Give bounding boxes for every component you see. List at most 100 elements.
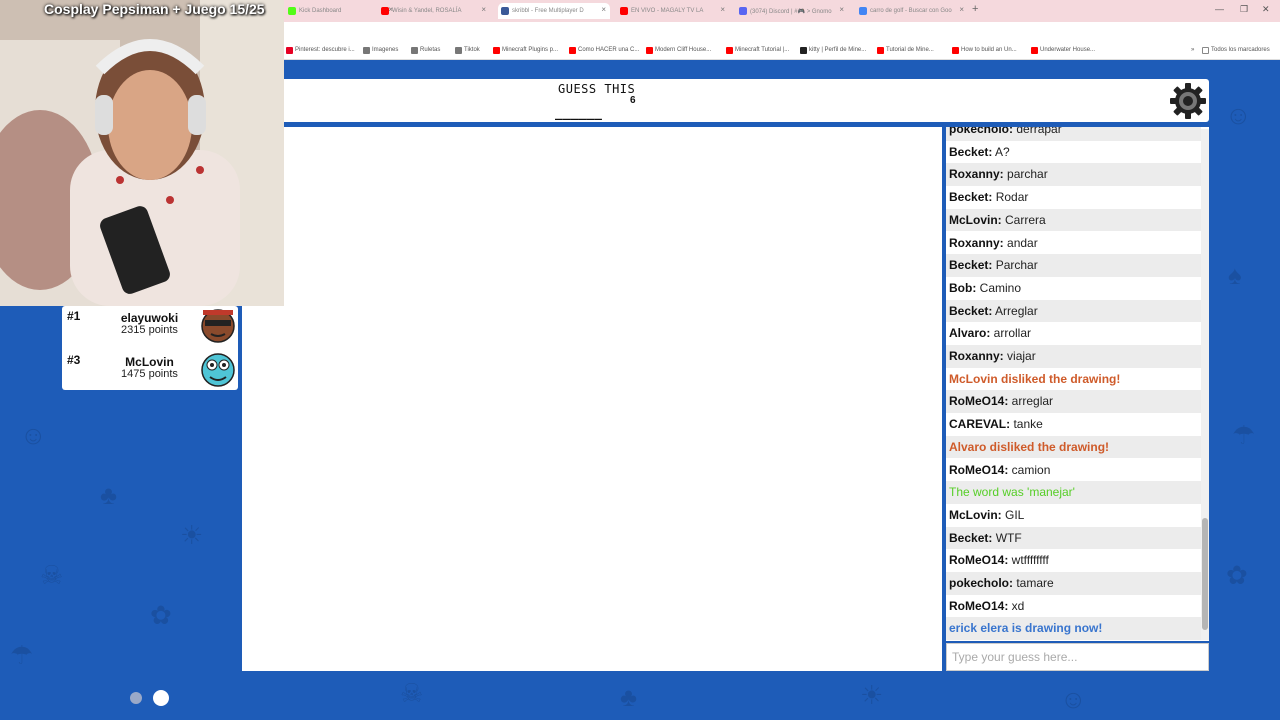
settings-gear-button[interactable] [1169,82,1207,120]
page-dot-active[interactable] [153,690,169,706]
close-window-icon[interactable]: ✕ [1262,4,1270,15]
bookmark-item[interactable]: Como HACER una C... [569,47,640,54]
chat-message: McLovin: Carrera [946,208,1201,232]
bookmark-item[interactable]: Pinterest: descubre i... [286,47,355,54]
doodle-pattern: ☀ [860,680,884,710]
bookmark-item[interactable]: Ruletas [411,47,441,54]
chat-message: Becket: WTF [946,526,1201,550]
chat-text: viajar [1003,349,1036,363]
bookmark-item[interactable]: Minecraft Plugins p... [493,47,558,54]
tab-label: carro de golf - Buscar con Goo [870,8,952,14]
bookmark-favicon-icon [363,47,370,54]
bookmark-item[interactable]: Minecraft Tutorial |... [726,47,790,54]
chat-text: arreglar [1008,394,1054,409]
browser-tab[interactable]: EN VIVO - MAGALY TV LA × [617,3,729,19]
player-rank: #3 [67,353,81,367]
chat-text: erick elera is drawing now! [949,621,1103,636]
streamer-webcam: Cosplay Pepsiman + Juego 15/25 [0,0,284,306]
chat-message: pokecholo: tamare [946,572,1201,595]
browser-tab[interactable]: Wisin & Yandel, ROSALÍA × [378,3,490,19]
bookmark-label: Minecraft Tutorial |... [735,47,790,53]
guess-this-label: GUESS THIS [558,82,636,96]
bookmark-item[interactable]: Imagenes [363,47,399,54]
drawing-canvas[interactable] [242,127,942,671]
bookmark-item[interactable]: Tiktok [455,47,480,54]
doodle-pattern: ✿ [150,600,172,630]
all-bookmarks-folder[interactable]: Todos los marcadores [1202,47,1270,54]
browser-tab[interactable]: skribbl - Free Multiplayer D × [498,3,610,19]
bookmark-favicon-icon [411,47,418,54]
chat-scroll-thumb[interactable] [1202,518,1208,630]
chat-text: derrapar [1013,127,1062,136]
chat-message: Bob: Camino [946,277,1201,300]
chat-message: McLovin: GIL [946,504,1201,527]
player-avatar [201,309,235,343]
chat-username: pokecholo: [949,127,1014,136]
tab-favicon-icon [501,7,509,15]
chat-text: McLovin disliked the drawing! [949,371,1121,386]
tab-label: (3074) Discord | #🎮 > Gnomo [750,8,832,15]
tab-close-icon[interactable]: × [839,5,844,14]
chat-message: Alvaro: arrollar [946,322,1201,345]
doodle-pattern: ✿ [1226,560,1248,590]
chat-message: Becket: A? [946,141,1201,164]
doodle-pattern: ☺ [1225,100,1252,130]
chat-username: CAREVAL: [949,417,1011,432]
tab-close-icon[interactable]: × [959,5,964,14]
player-points: 1475 points [121,368,178,380]
chat-username: McLovin: [949,507,1002,522]
guess-input[interactable] [946,643,1209,671]
bookmark-item[interactable]: Underwater House... [1031,47,1095,54]
bookmark-label: Ruletas [420,47,441,53]
bookmark-favicon-icon [646,47,653,54]
maximize-icon[interactable]: ❐ [1240,4,1248,15]
player-row[interactable]: #3 McLovin 1475 points [62,350,238,394]
doodle-pattern: ☺ [1060,684,1087,714]
doodle-pattern: ☂ [1232,420,1256,450]
chat-message: Becket: Arreglar [946,299,1201,323]
tab-label: EN VIVO - MAGALY TV LA [631,8,704,14]
chat-message: Roxanny: viajar [946,345,1201,368]
bookmark-item[interactable]: Tutorial de Mine... [877,47,934,54]
chat-username: Roxanny: [949,235,1004,250]
chat-text: tamare [1013,576,1054,590]
doodle-pattern: ♠ [1228,260,1242,290]
chat-message: McLovin disliked the drawing! [946,368,1201,391]
chat-message: Becket: Rodar [946,186,1201,209]
browser-tab[interactable]: (3074) Discord | #🎮 > Gnomo × [736,3,848,19]
bookmarks-overflow-icon[interactable]: » [1182,47,1194,53]
chat-message: Roxanny: andar [946,232,1201,255]
bookmark-label: Como HACER una C... [578,47,640,53]
chat-username: Roxanny: [949,349,1004,363]
bookmark-favicon-icon [952,47,959,54]
bookmark-label: kitty | Perfil de Mine... [809,47,867,53]
bookmark-label: Imagenes [372,47,399,53]
chat-message: erick elera is drawing now! [946,617,1201,641]
tab-close-icon[interactable]: × [601,5,606,14]
browser-tab[interactable]: carro de golf - Buscar con Goo × [856,3,968,19]
chat-username: Roxanny: [949,167,1004,182]
stream-title: Cosplay Pepsiman + Juego 15/25 [44,1,265,17]
tab-close-icon[interactable]: × [481,5,486,14]
chat-text: Camino [976,280,1022,295]
chat-text: WTF [992,530,1022,545]
tab-close-icon[interactable]: × [720,5,725,14]
tab-favicon-icon [620,7,628,15]
bookmark-item[interactable]: How to build an Un... [952,47,1017,54]
bookmark-item[interactable]: kitty | Perfil de Mine... [800,47,867,54]
bookmark-favicon-icon [493,47,500,54]
new-tab-button[interactable]: + [972,3,978,15]
word-blanks: ______ [555,106,602,121]
chat-text: Rodar [992,190,1029,205]
bookmark-label: Modern Cliff House... [655,47,712,53]
minimize-icon[interactable]: — [1215,4,1224,14]
chat-text: The word was 'manejar' [949,485,1075,500]
bookmark-label: Tiktok [464,47,480,53]
bookmark-favicon-icon [726,47,733,54]
player-row[interactable]: #1 elayuwoki 2315 points [62,306,238,350]
chat-username: Becket: [949,144,993,159]
bookmark-item[interactable]: Modern Cliff House... [646,47,712,54]
doodle-pattern: ☠ [400,678,424,708]
tab-label: Wisin & Yandel, ROSALÍA [392,8,462,14]
page-dot[interactable] [130,692,142,704]
